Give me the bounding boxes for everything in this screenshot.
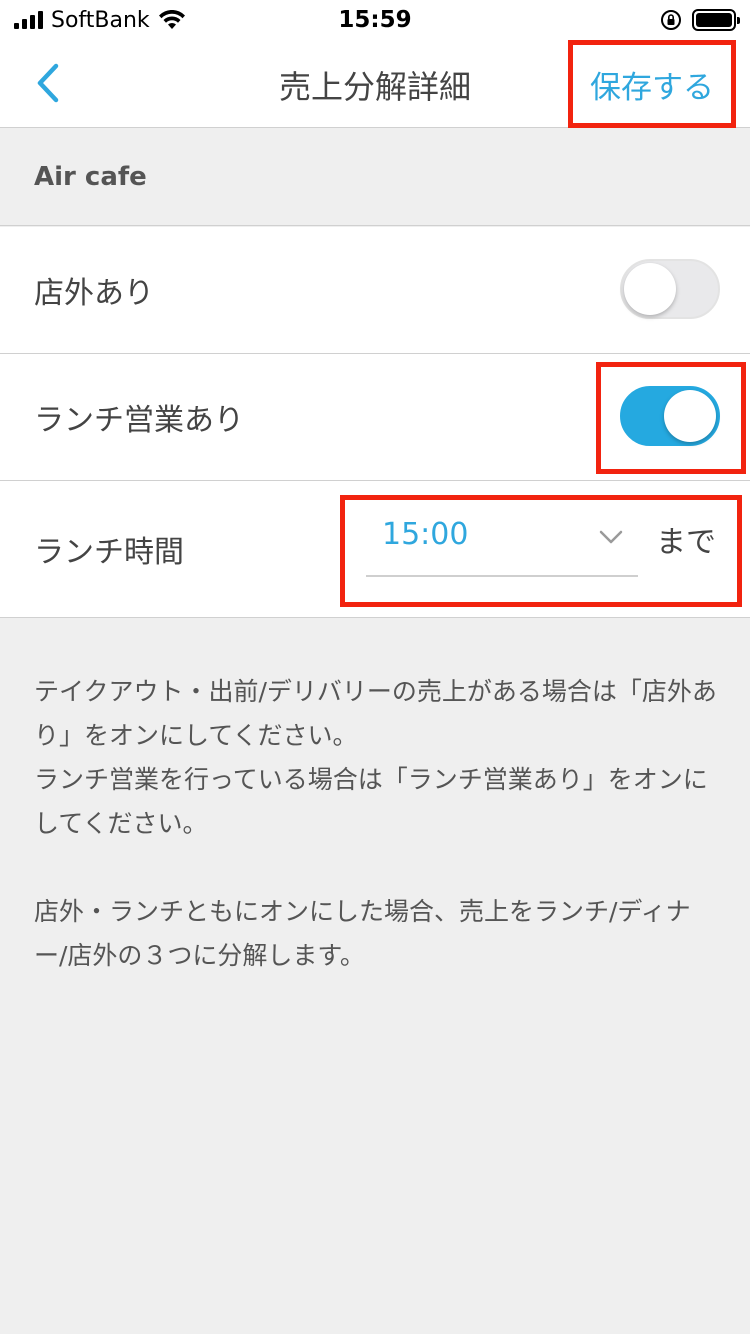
save-button[interactable]: 保存する [568,40,736,128]
navigation-bar: 売上分解詳細 保存する [0,40,750,128]
status-right [476,9,740,31]
wifi-icon [158,10,185,29]
description-line: ランチ営業を行っている場合は「ランチ営業あり」をオンにしてください。 [34,765,708,838]
lunch-time-highlight [340,495,742,607]
store-section-header: Air cafe [0,128,750,226]
battery-icon [692,9,740,31]
orientation-lock-icon [661,10,681,30]
description-line: 店外・ランチともにオンにした場合、売上をランチ/ディナー/店外の３つに分解します… [34,897,691,970]
outside-toggle[interactable] [620,259,720,319]
carrier-label: SoftBank [51,7,150,33]
status-left: SoftBank [14,8,274,33]
lunch-label: ランチ営業あり [34,403,244,438]
description-line: テイクアウト・出前/デリバリーの売上がある場合は「店外あり」をオンにしてください… [34,677,717,750]
lunch-time-label: ランチ時間 [34,535,184,570]
lunch-row: ランチ営業あり [0,354,750,481]
outside-label: 店外あり [34,276,154,311]
lunch-time-row: ランチ時間 15:00 まで [0,481,750,618]
screen: SoftBank 15:59 売上分解詳細 保存する Air cafe 店外あり… [0,0,750,1334]
outside-row: 店外あり [0,227,750,354]
status-bar: SoftBank 15:59 [0,0,750,40]
status-time: 15:59 [338,7,412,33]
toggle-knob [624,263,676,315]
description: テイクアウト・出前/デリバリーの売上がある場合は「店外あり」をオンにしてください… [34,670,724,978]
lunch-toggle-highlight [596,362,746,474]
cellular-signal-icon [14,11,43,29]
